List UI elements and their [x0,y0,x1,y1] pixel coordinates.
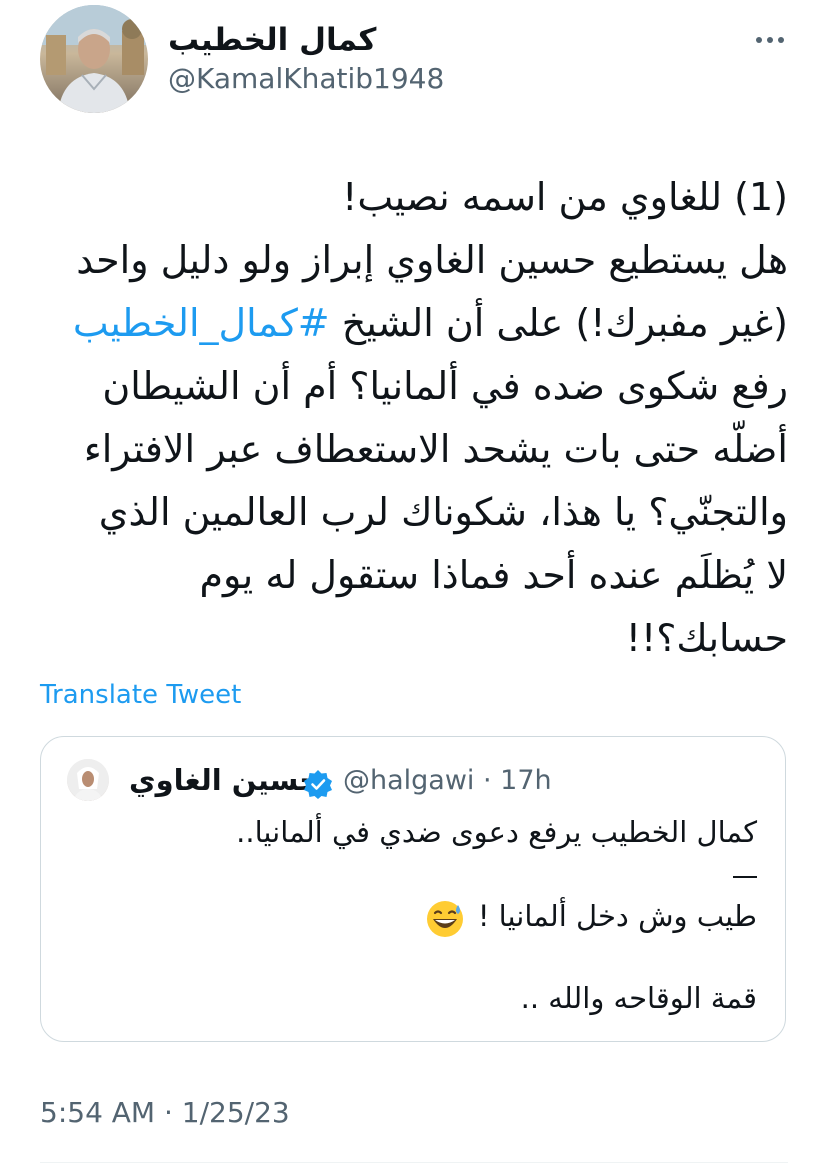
tweet-line: لا يُظلَم عنده أحد فماذا ستقول له يوم [199,553,788,597]
verified-badge-icon [303,769,333,799]
tweet-line: حسابك؟!! [625,616,788,660]
tweet-line-text: (غير مفبرك!) على أن الشيخ [341,301,788,345]
author-name[interactable]: كمال الخطيب [168,22,376,58]
tweet-line: رفع شكوى ضده في ألمانيا؟ أم أن الشيطان [102,364,788,408]
more-horizontal-icon[interactable] [752,28,788,52]
tweet-line: (1) للغاوي من اسمه نصيب! [342,175,788,219]
grinning-sweat-emoji-icon [425,899,465,939]
author-avatar[interactable] [40,5,148,113]
divider-dash [733,876,757,878]
quoted-author-name[interactable]: حسين الغاوي [129,763,320,797]
tweet-line: والتجنّي؟ يا هذا، شكوناك لرب العالمين ال… [98,490,788,534]
quoted-handle-time[interactable]: @halgawi · 17h [343,765,552,796]
author-handle[interactable]: @KamalKhatib1948 [168,62,444,95]
quoted-tweet[interactable]: حسين الغاوي @halgawi · 17h كمال الخطيب ي… [40,736,786,1042]
tweet-timestamp[interactable]: 5:54 AM · 1/25/23 [40,1096,290,1129]
quoted-author-avatar[interactable] [67,759,109,801]
tweet-line: أضلّه حتى بات يشحد الاستعطاف عبر الافترا… [83,427,788,471]
quoted-text-line: قمة الوقاحه والله .. [520,981,757,1015]
tweet-line: (غير مفبرك!) على أن الشيخ #كمال_الخطيب [28,292,788,355]
divider [40,1162,788,1163]
translate-tweet-link[interactable]: Translate Tweet [40,680,241,710]
tweet-text: (1) للغاوي من اسمه نصيب! هل يستطيع حسين … [28,166,788,670]
hashtag-link[interactable]: #كمال_الخطيب [73,301,330,345]
quoted-text-line: طيب وش دخل ألمانيا ! [477,899,757,933]
quoted-text-line: كمال الخطيب يرفع دعوى ضدي في ألمانيا.. [236,815,757,849]
tweet-line: هل يستطيع حسين الغاوي إبراز ولو دليل واح… [76,238,788,282]
